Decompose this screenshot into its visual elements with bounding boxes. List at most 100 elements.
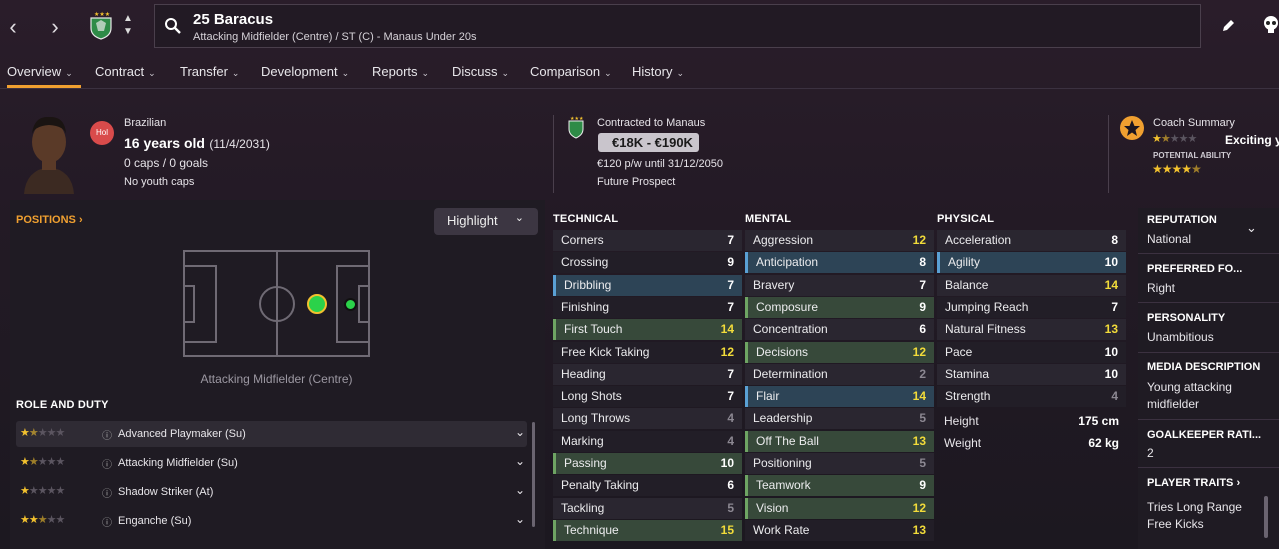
attribute-value: 10 [1104, 366, 1118, 381]
mental-title: MENTAL [745, 213, 792, 225]
role-stars: ★★★★★ [20, 514, 65, 526]
role-row[interactable]: ★★★★★ ⓘ Attacking Midfielder (Su) ⌄ [16, 450, 527, 476]
attribute-row[interactable]: Off The Ball 13 [745, 430, 934, 452]
attribute-row[interactable]: Vision 12 [745, 497, 934, 519]
attribute-value: 14 [912, 389, 926, 404]
personality-label: PERSONALITY [1147, 312, 1226, 324]
attribute-name: Pace [945, 344, 973, 359]
attribute-row[interactable]: Balance 14 [937, 274, 1126, 296]
attribute-row[interactable]: Flair 14 [745, 386, 934, 408]
attribute-value: 10 [1104, 344, 1118, 359]
attribute-row[interactable]: Bravery 7 [745, 274, 934, 296]
attribute-name: Bravery [753, 277, 795, 292]
attribute-row[interactable]: Anticipation 8 [745, 252, 934, 274]
attribute-row[interactable]: Concentration 6 [745, 319, 934, 341]
attribute-row[interactable]: Long Shots 7 [553, 386, 742, 408]
attribute-row[interactable]: Positioning 5 [745, 453, 934, 474]
attribute-value: 7 [727, 389, 734, 404]
attribute-row[interactable]: Finishing 7 [553, 296, 742, 318]
tab-contract[interactable]: Contract ⌄ [95, 58, 156, 88]
attribute-row[interactable]: Jumping Reach 7 [937, 296, 1126, 318]
attribute-value: 12 [912, 344, 926, 359]
attribute-name: Jumping Reach [945, 299, 1029, 314]
attribute-row[interactable]: Natural Fitness 13 [937, 319, 1126, 341]
attribute-row[interactable]: Long Throws 4 [553, 408, 742, 430]
info-icon[interactable]: ⓘ [102, 514, 112, 529]
player-traits-link[interactable]: PLAYER TRAITS › [1147, 477, 1240, 489]
attribute-row[interactable]: Strength 4 [937, 386, 1126, 408]
roles-scrollbar[interactable] [532, 422, 535, 527]
attribute-row[interactable]: Dribbling 7 [553, 274, 742, 296]
role-row[interactable]: ★★★★★ ⓘ Advanced Playmaker (Su) ⌄ [16, 421, 527, 447]
attribute-row[interactable]: Passing 10 [553, 453, 742, 474]
chevron-down-icon[interactable]: ⌄ [515, 512, 525, 526]
chevron-down-icon[interactable]: ⌄ [1246, 220, 1257, 236]
player-avatar [24, 116, 74, 194]
attribute-row[interactable]: Pace 10 [937, 341, 1126, 363]
chevron-down-icon[interactable]: ⌄ [515, 454, 525, 468]
chevron-down-icon[interactable]: ⌄ [515, 483, 525, 497]
attribute-name: Free Kick Taking [561, 344, 650, 359]
personality-value: Unambitious [1147, 330, 1214, 344]
sidebar-scrollbar[interactable] [1264, 496, 1268, 538]
contract-status: Future Prospect [597, 176, 676, 188]
tab-development[interactable]: Development ⌄ [261, 58, 349, 88]
attribute-row[interactable]: Agility 10 [937, 252, 1126, 274]
attribute-row[interactable]: Tackling 5 [553, 497, 742, 519]
tab-overview[interactable]: Overview ⌄ [7, 58, 81, 88]
attribute-row[interactable]: Crossing 9 [553, 252, 742, 274]
highlight-dropdown[interactable]: Highlight ⌄ [434, 208, 538, 235]
media-description-line1: Young attacking [1147, 380, 1232, 394]
attribute-value: 14 [1104, 277, 1118, 292]
edit-pencil-icon[interactable] [1220, 18, 1236, 34]
height-value: 175 cm [1078, 414, 1119, 428]
positions-link[interactable]: POSITIONS › [16, 214, 83, 226]
potential-ability-stars: ★★★★★ [1152, 162, 1202, 176]
attribute-row[interactable]: Composure 9 [745, 296, 934, 318]
player-trait-line1: Tries Long Range [1147, 500, 1242, 514]
player-search-box[interactable]: 25 Baracus Attacking Midfielder (Centre)… [154, 4, 1201, 48]
tab-reports[interactable]: Reports ⌄ [372, 58, 429, 88]
attribute-row[interactable]: Decisions 12 [745, 341, 934, 363]
attribute-row[interactable]: Work Rate 13 [745, 519, 934, 541]
attribute-row[interactable]: Aggression 12 [745, 230, 934, 251]
attribute-value: 13 [1104, 322, 1118, 337]
attribute-name: Marking [561, 433, 604, 448]
forward-button[interactable]: › [44, 14, 66, 40]
tab-history[interactable]: History ⌄ [632, 58, 684, 88]
attribute-row[interactable]: Acceleration 8 [937, 230, 1126, 251]
tab-transfer[interactable]: Transfer ⌄ [180, 58, 239, 88]
info-icon[interactable]: ⓘ [102, 485, 112, 500]
attribute-name: Positioning [753, 456, 812, 470]
attribute-row[interactable]: Penalty Taking 6 [553, 475, 742, 497]
role-label: Enganche (Su) [118, 515, 192, 527]
info-icon[interactable]: ⓘ [102, 427, 112, 442]
tab-discuss[interactable]: Discuss ⌄ [452, 58, 509, 88]
club-crest-icon[interactable]: ★★★ [88, 10, 114, 40]
attribute-row[interactable]: Free Kick Taking 12 [553, 341, 742, 363]
attribute-row[interactable]: Stamina 10 [937, 363, 1126, 385]
role-row[interactable]: ★★★★★ ⓘ Shadow Striker (At) ⌄ [16, 479, 527, 505]
attribute-row[interactable]: Marking 4 [553, 430, 742, 452]
chevron-down-icon[interactable]: ⌄ [515, 425, 525, 439]
personality-badge[interactable]: Hol [90, 121, 114, 145]
value-range-pill[interactable]: €18K - €190K [598, 133, 699, 152]
attribute-name: Flair [756, 389, 780, 404]
attribute-row[interactable]: Corners 7 [553, 230, 742, 251]
attribute-name: Heading [561, 366, 606, 381]
tab-comparison[interactable]: Comparison ⌄ [530, 58, 612, 88]
attribute-row[interactable]: First Touch 14 [553, 319, 742, 341]
attribute-row[interactable]: Determination 2 [745, 363, 934, 385]
attribute-row[interactable]: Heading 7 [553, 363, 742, 385]
info-icon[interactable]: ⓘ [102, 456, 112, 471]
media-description-line2: midfielder [1147, 397, 1200, 411]
attribute-name: Work Rate [753, 522, 810, 537]
skull-icon[interactable] [1262, 15, 1279, 35]
attribute-name: Teamwork [756, 478, 811, 493]
attribute-row[interactable]: Leadership 5 [745, 408, 934, 430]
attribute-row[interactable]: Teamwork 9 [745, 475, 934, 497]
back-button[interactable]: ‹ [2, 14, 24, 40]
role-row[interactable]: ★★★★★ ⓘ Enganche (Su) ⌄ [16, 508, 527, 534]
club-switch-arrows[interactable]: ▲ ▼ [123, 12, 133, 38]
attribute-row[interactable]: Technique 15 [553, 519, 742, 541]
